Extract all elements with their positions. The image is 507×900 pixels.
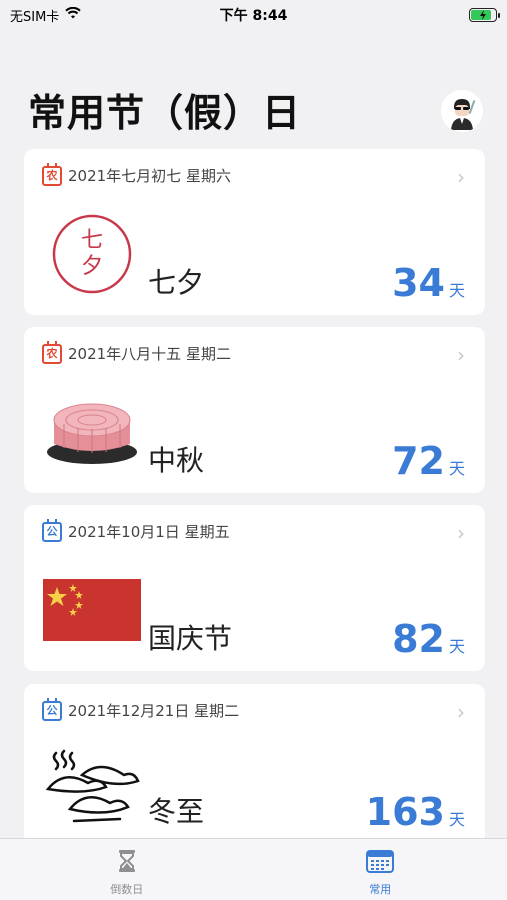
lunar-calendar-icon: 农 <box>42 340 62 364</box>
status-bar: 无SIM卡 下午 8:44 <box>0 0 507 30</box>
card-date-row: 公 2021年10月1日 星期五 <box>42 518 230 542</box>
china-flag-icon <box>42 565 142 655</box>
days-unit: 天 <box>448 810 465 829</box>
days-count: 34 <box>392 261 445 305</box>
days-count: 82 <box>392 617 445 661</box>
card-name: 中秋 <box>148 444 205 477</box>
hourglass-icon <box>117 849 137 877</box>
tab-label: 常用 <box>369 883 392 896</box>
solar-calendar-icon: 公 <box>42 697 62 721</box>
days-count: 163 <box>365 790 445 834</box>
status-left: 无SIM卡 <box>10 6 82 25</box>
card-date: 2021年12月21日 星期二 <box>68 702 240 720</box>
card-days: 34 天 <box>392 261 465 305</box>
card-days: 82 天 <box>392 617 465 661</box>
carrier-label: 无SIM卡 <box>10 9 60 25</box>
card-name: 国庆节 <box>148 622 233 655</box>
days-unit: 天 <box>448 281 465 300</box>
holiday-card-national-day[interactable]: 公 2021年10月1日 星期五 › 国庆节 82 天 <box>24 505 485 671</box>
tab-bar: 倒数日 常用 <box>0 838 507 900</box>
lunar-calendar-icon: 农 <box>42 162 62 186</box>
card-date: 2021年七月初七 星期六 <box>68 167 231 185</box>
chevron-right-icon: › <box>457 343 465 367</box>
page-title: 常用节（假）日 <box>28 91 302 135</box>
wifi-icon <box>65 6 82 23</box>
chevron-right-icon: › <box>457 165 465 189</box>
tab-countdown[interactable]: 倒数日 <box>0 839 254 900</box>
card-date-row: 公 2021年12月21日 星期二 <box>42 697 240 721</box>
card-date: 2021年八月十五 星期二 <box>68 345 231 363</box>
chevron-right-icon: › <box>457 700 465 724</box>
card-date-row: 农 2021年八月十五 星期二 <box>42 340 231 364</box>
battery-icon <box>469 8 500 22</box>
tab-common[interactable]: 常用 <box>254 839 507 900</box>
chevron-right-icon: › <box>457 521 465 545</box>
stamp-char-2: 夕 <box>80 254 103 279</box>
calendar-icon <box>366 849 395 877</box>
card-name: 七夕 <box>148 266 205 299</box>
card-name: 冬至 <box>148 795 205 828</box>
card-date: 2021年10月1日 星期五 <box>68 523 230 541</box>
card-days: 163 天 <box>366 790 465 834</box>
tab-label: 倒数日 <box>110 883 144 896</box>
card-date-row: 农 2021年七月初七 星期六 <box>42 162 231 186</box>
stamp-char-1: 七 <box>80 228 103 253</box>
qixi-stamp-icon: 七 夕 <box>42 209 142 299</box>
mooncake-icon <box>42 387 142 477</box>
solar-calendar-icon: 公 <box>42 518 62 542</box>
card-days: 72 天 <box>392 439 465 483</box>
holiday-card-winter-solstice[interactable]: 公 2021年12月21日 星期二 › 冬至 163 天 <box>24 684 485 844</box>
days-unit: 天 <box>448 459 465 478</box>
holiday-card-midautumn[interactable]: 农 2021年八月十五 星期二 › 中秋 72 天 <box>24 327 485 493</box>
days-count: 72 <box>392 439 445 483</box>
avatar-icon[interactable] <box>441 90 483 132</box>
holiday-card-qixi[interactable]: 农 2021年七月初七 星期六 › 七 夕 七夕 34 天 <box>24 149 485 315</box>
dumplings-icon <box>42 744 142 834</box>
days-unit: 天 <box>448 637 465 656</box>
